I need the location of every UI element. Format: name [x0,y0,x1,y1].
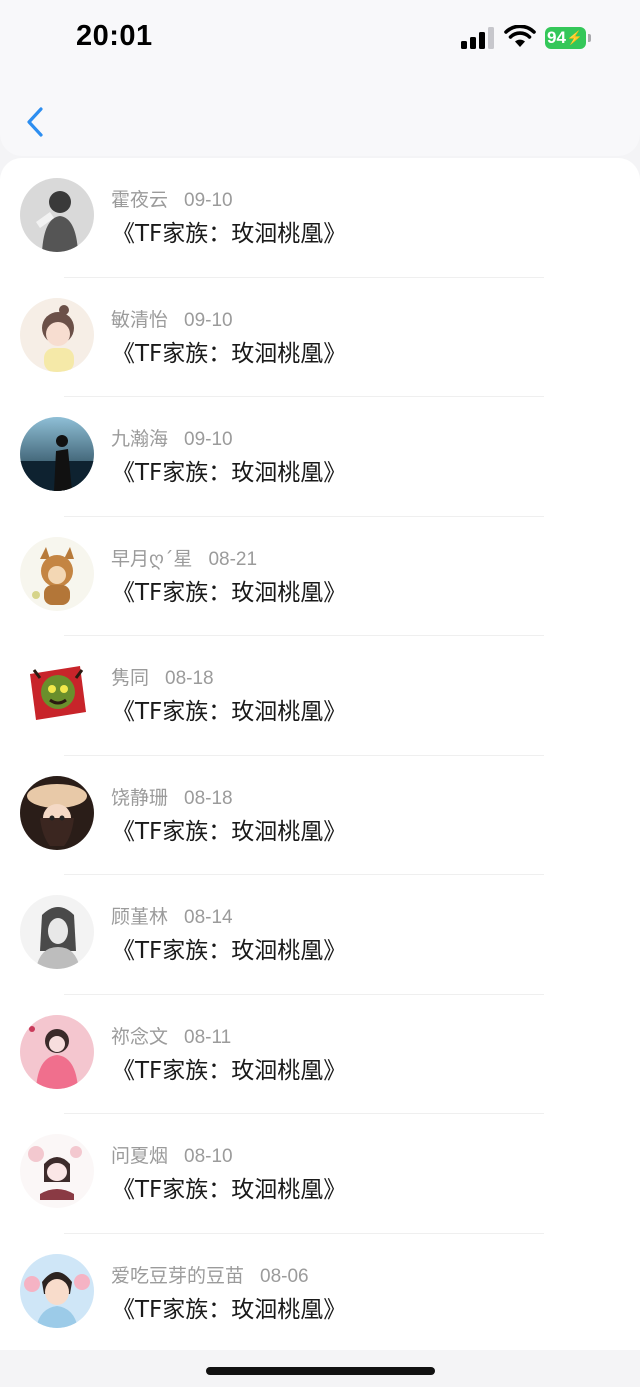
date: 09-10 [184,429,233,450]
meta-line: 早月ღ´星 08-21 [111,544,257,570]
list-item[interactable]: 霍夜云 09-10 《TF家族：玫洄桃凰》 [0,158,640,278]
date: 08-06 [260,1265,309,1287]
user-name[interactable]: 九瀚海 [111,428,168,450]
user-name[interactable]: 问夏烟 [111,1145,168,1167]
date: 08-18 [184,787,233,809]
battery-cap [588,34,591,42]
meta-line: 问夏烟 08-10 [111,1141,233,1167]
avatar[interactable] [20,297,94,372]
meta-line: 祢念文 08-11 [111,1022,231,1048]
user-name[interactable]: 饶静珊 [111,787,168,809]
meta-line: 隽同 08-18 [111,663,214,689]
work-title[interactable]: 《TF家族：玫洄桃凰》 [112,214,346,248]
work-title[interactable]: 《TF家族：玫洄桃凰》 [112,931,346,965]
user-name[interactable]: 霍夜云 [111,189,168,211]
list-item[interactable]: 问夏烟 08-10 《TF家族：玫洄桃凰》 [0,1114,640,1234]
user-name[interactable]: 爱吃豆芽的豆苗 [111,1265,244,1287]
avatar[interactable] [20,1014,94,1089]
avatar[interactable] [20,656,94,730]
avatar[interactable] [20,536,94,611]
avatar[interactable] [20,775,94,850]
navigation-bar [0,80,640,156]
avatar[interactable] [20,1134,94,1208]
list-item[interactable]: 祢念文 08-11 《TF家族：玫洄桃凰》 [0,995,640,1114]
battery-level: 94 [547,28,566,47]
list-item[interactable]: 隽同 08-18 《TF家族：玫洄桃凰》 [0,636,640,756]
cellular-signal-icon [461,27,494,49]
date: 09-10 [184,309,233,331]
meta-line: 九瀚海 09-10 [111,424,233,450]
list-item[interactable]: 顾堇林 08-14 《TF家族：玫洄桃凰》 [0,875,640,995]
date: 08-18 [165,668,214,689]
bottom-bar [0,1350,640,1387]
meta-line: 敏清怡 09-10 [111,305,233,331]
meta-line: 顾堇林 08-14 [111,902,233,928]
list-item[interactable]: 饶静珊 08-18 《TF家族：玫洄桃凰》 [0,756,640,875]
date: 08-11 [184,1026,232,1048]
meta-line: 爱吃豆芽的豆苗 08-06 [111,1261,309,1287]
battery-indicator: 94 ⚡ [545,27,586,49]
back-button[interactable] [20,102,50,142]
list-item[interactable]: 敏清怡 09-10 《TF家族：玫洄桃凰》 [0,278,640,397]
user-name[interactable]: 隽同 [111,667,149,689]
status-bar: 20:01 94 ⚡ [0,0,640,80]
work-title[interactable]: 《TF家族：玫洄桃凰》 [112,453,346,487]
meta-line: 饶静珊 08-18 [111,783,233,809]
date: 08-21 [208,548,258,570]
chevron-left-icon [27,107,43,137]
charging-bolt-icon: ⚡ [566,30,584,45]
list-item[interactable]: 九瀚海 09-10 《TF家族：玫洄桃凰》 [0,397,640,517]
work-title[interactable]: 《TF家族：玫洄桃凰》 [112,334,346,368]
avatar[interactable] [20,895,94,969]
work-title[interactable]: 《TF家族：玫洄桃凰》 [112,812,346,846]
date: 09-10 [184,190,233,211]
user-name[interactable]: 敏清怡 [111,309,168,331]
avatar[interactable] [20,1253,94,1328]
list-item[interactable]: 爱吃豆芽的豆苗 08-06 《TF家族：玫洄桃凰》 [0,1234,640,1351]
work-title[interactable]: 《TF家族：玫洄桃凰》 [112,1051,346,1085]
meta-line: 霍夜云 09-10 [111,185,233,211]
user-name[interactable]: 顾堇林 [111,906,168,928]
wifi-icon [504,25,536,47]
reader-list: 霍夜云 09-10 《TF家族：玫洄桃凰》 敏清怡 09-10 《TF家族：玫洄桃凰… [0,158,640,1350]
home-indicator[interactable] [206,1367,435,1375]
status-time: 20:01 [76,20,153,52]
work-title[interactable]: 《TF家族：玫洄桃凰》 [112,692,346,726]
user-name[interactable]: 祢念文 [111,1026,168,1048]
date: 08-14 [184,907,233,928]
work-title[interactable]: 《TF家族：玫洄桃凰》 [112,573,346,607]
work-title[interactable]: 《TF家族：玫洄桃凰》 [112,1170,346,1204]
avatar[interactable] [20,417,94,491]
work-title[interactable]: 《TF家族：玫洄桃凰》 [112,1290,346,1324]
list-item[interactable]: 早月ღ´星 08-21 《TF家族：玫洄桃凰》 [0,517,640,636]
date: 08-10 [184,1146,233,1167]
avatar[interactable] [20,178,94,252]
user-name[interactable]: 早月ღ´星 [111,548,192,570]
